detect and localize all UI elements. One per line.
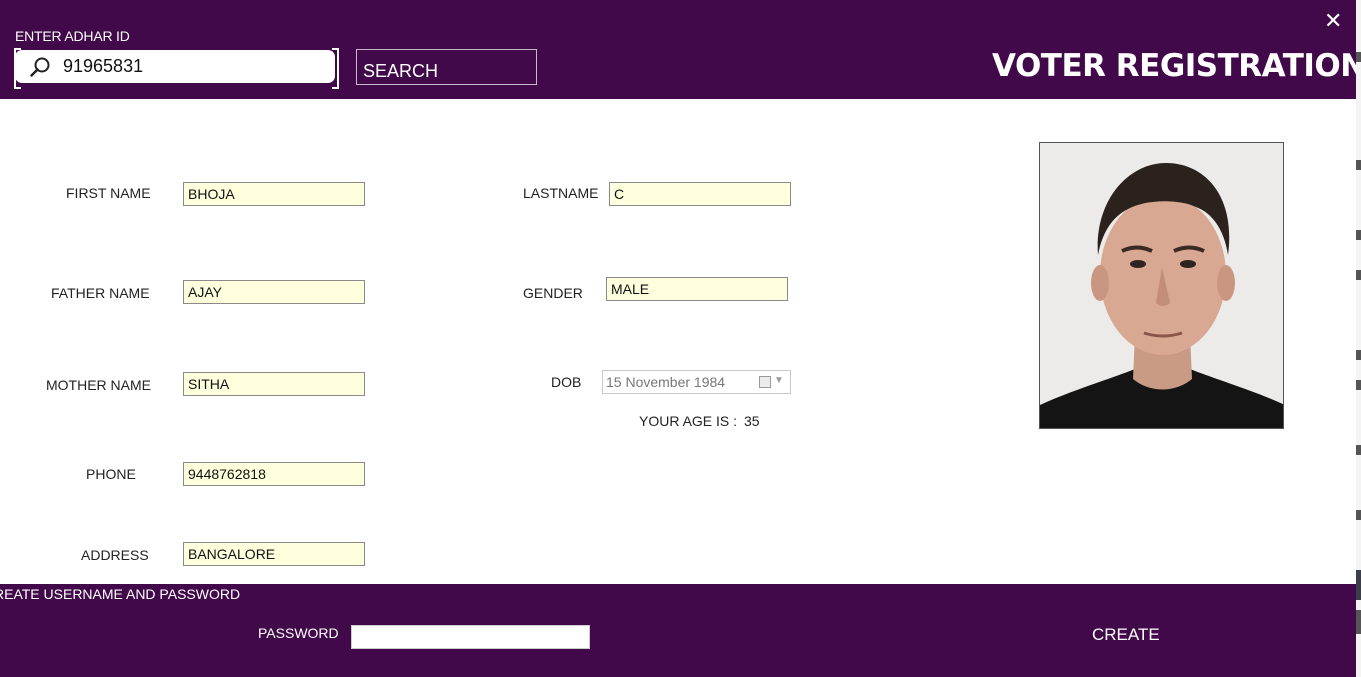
page-title: VOTER REGISTRATION bbox=[992, 48, 1361, 84]
dob-value: 15 November 1984 bbox=[606, 374, 726, 390]
password-field[interactable] bbox=[351, 625, 590, 649]
person-portrait-icon bbox=[1040, 143, 1283, 428]
mother-name-label: MOTHER NAME bbox=[46, 377, 151, 393]
address-label: ADDRESS bbox=[81, 547, 149, 563]
chevron-down-icon[interactable]: ▼ bbox=[774, 375, 784, 386]
gender-label: GENDER bbox=[523, 285, 583, 301]
gender-field[interactable] bbox=[606, 277, 788, 301]
phone-field[interactable] bbox=[183, 462, 365, 486]
voter-photo bbox=[1039, 142, 1284, 429]
age-value: 35 bbox=[744, 413, 760, 429]
father-name-label: FATHER NAME bbox=[51, 285, 150, 301]
last-name-field[interactable] bbox=[609, 182, 791, 206]
dob-label: DOB bbox=[551, 374, 582, 390]
search-icon bbox=[30, 57, 50, 77]
password-label: PASSWORD bbox=[258, 625, 339, 641]
age-label: YOUR AGE IS : bbox=[639, 413, 738, 429]
create-button[interactable]: CREATE bbox=[1092, 625, 1160, 645]
phone-label: PHONE bbox=[86, 466, 136, 482]
create-credentials-label: REATE USERNAME AND PASSWORD bbox=[0, 586, 241, 602]
adhar-id-input[interactable] bbox=[63, 54, 323, 78]
calendar-icon[interactable] bbox=[759, 376, 771, 388]
background-window-edge bbox=[1356, 0, 1361, 677]
voter-registration-window: ENTER ADHAR ID SEARCH ✕ VOTER REGISTRATI… bbox=[0, 0, 1361, 677]
adhar-id-label: ENTER ADHAR ID bbox=[15, 28, 130, 44]
address-field[interactable] bbox=[183, 542, 365, 566]
close-icon[interactable]: ✕ bbox=[1324, 8, 1342, 34]
last-name-label: LASTNAME bbox=[523, 185, 599, 201]
dob-date-picker[interactable]: 15 November 1984 ▼ bbox=[602, 370, 791, 394]
father-name-field[interactable] bbox=[183, 280, 365, 304]
first-name-label: FIRST NAME bbox=[66, 185, 151, 201]
header-bar: ENTER ADHAR ID SEARCH ✕ VOTER REGISTRATI… bbox=[0, 0, 1361, 99]
adhar-search-box[interactable] bbox=[15, 50, 335, 83]
first-name-field[interactable] bbox=[183, 182, 365, 206]
search-button[interactable]: SEARCH bbox=[356, 49, 537, 85]
mother-name-field[interactable] bbox=[183, 372, 365, 396]
search-field-bracket-right bbox=[332, 48, 339, 89]
